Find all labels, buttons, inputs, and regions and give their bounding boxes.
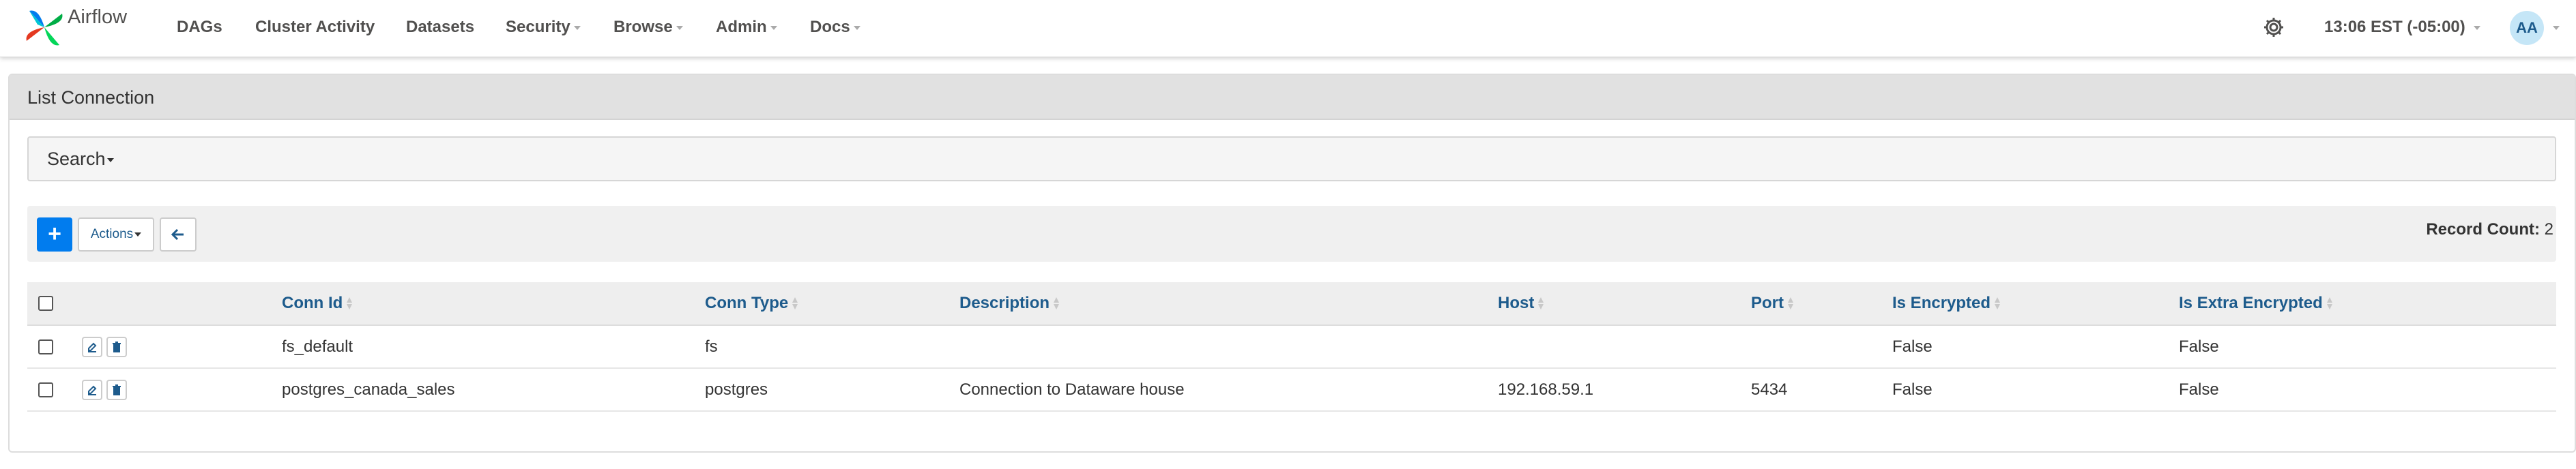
chevron-down-icon [853, 25, 860, 30]
chevron-down-icon [106, 157, 114, 162]
trash-icon[interactable] [106, 336, 127, 357]
edit-icon[interactable] [82, 336, 102, 357]
search-label: Search [47, 149, 106, 169]
sort-icon [347, 297, 353, 309]
row-checkbox[interactable] [38, 326, 53, 367]
chevron-down-icon [2553, 26, 2560, 30]
add-connection-button[interactable]: + [37, 217, 72, 252]
cell-is-extra-encrypted: False [2179, 380, 2219, 399]
nav-security[interactable]: Security [506, 0, 581, 55]
arrow-left-icon [171, 228, 184, 240]
row-actions [82, 369, 131, 410]
cell-port: 5434 [1751, 380, 1788, 399]
chevron-down-icon [134, 232, 142, 237]
header-host[interactable]: Host [1498, 282, 1544, 324]
table-row: postgres_canada_sales postgres Connectio… [27, 369, 2556, 412]
nav-admin[interactable]: Admin [716, 0, 777, 55]
row-actions [82, 326, 131, 367]
chevron-down-icon [676, 25, 683, 30]
nav-cluster-activity[interactable]: Cluster Activity [255, 0, 375, 55]
nav-docs[interactable]: Docs [810, 0, 860, 55]
header-is-extra-encrypted[interactable]: Is Extra Encrypted [2179, 282, 2332, 324]
cell-conn-type: fs [705, 337, 718, 356]
select-all-checkbox[interactable] [38, 282, 53, 324]
cell-is-extra-encrypted: False [2179, 337, 2219, 356]
sort-icon [1054, 297, 1060, 309]
chevron-down-icon [770, 25, 777, 30]
page-title: List Connection [10, 75, 2575, 120]
row-checkbox[interactable] [38, 369, 53, 410]
gear-icon[interactable] [2263, 16, 2285, 38]
header-conn-id[interactable]: Conn Id [282, 282, 353, 324]
sort-icon [2326, 297, 2332, 309]
header-port[interactable]: Port [1751, 282, 1793, 324]
header-conn-type[interactable]: Conn Type [705, 282, 798, 324]
table-header: Conn Id Conn Type Description Host Port … [27, 282, 2556, 326]
nav-browse[interactable]: Browse [613, 0, 683, 55]
search-toggle[interactable]: Search [27, 136, 2556, 181]
list-toolbar: + Actions Record Count: 2 [27, 206, 2556, 262]
clock-menu[interactable]: 13:06 EST (-05:00) [2324, 0, 2480, 55]
avatar[interactable]: AA [2510, 11, 2544, 45]
trash-icon[interactable] [106, 379, 127, 400]
edit-icon[interactable] [82, 379, 102, 400]
table-row: fs_default fs False False [27, 326, 2556, 369]
actions-dropdown[interactable]: Actions [78, 217, 154, 252]
brand-name: Airflow [68, 5, 128, 28]
sort-icon [1538, 297, 1544, 309]
brand[interactable]: Airflow [23, 3, 127, 52]
record-count: Record Count: 2 [2426, 220, 2553, 239]
sort-icon [1788, 297, 1793, 309]
nav-dags[interactable]: DAGs [177, 0, 222, 55]
cell-conn-id[interactable]: postgres_canada_sales [282, 369, 455, 410]
cell-description: Connection to Dataware house [959, 380, 1185, 399]
cell-is-encrypted: False [1892, 337, 1933, 356]
header-description[interactable]: Description [959, 282, 1060, 324]
cell-host: 192.168.59.1 [1498, 380, 1594, 399]
sort-icon [1995, 297, 2001, 309]
connections-table: Conn Id Conn Type Description Host Port … [27, 282, 2556, 412]
back-button[interactable] [160, 217, 197, 252]
sort-icon [792, 297, 798, 309]
clock-time: 13:06 EST (-05:00) [2324, 18, 2465, 36]
nav-datasets[interactable]: Datasets [406, 0, 474, 55]
chevron-down-icon [573, 25, 581, 30]
cell-conn-id[interactable]: fs_default [282, 326, 353, 367]
airflow-logo-icon [26, 10, 63, 46]
cell-is-encrypted: False [1892, 380, 1933, 399]
top-navbar: Airflow DAGs Cluster Activity Datasets S… [0, 0, 2576, 57]
list-connection-panel: List Connection Search + Actions Record … [8, 74, 2576, 453]
cell-conn-type: postgres [705, 380, 768, 399]
chevron-down-icon [2473, 25, 2480, 30]
header-is-encrypted[interactable]: Is Encrypted [1892, 282, 2001, 324]
